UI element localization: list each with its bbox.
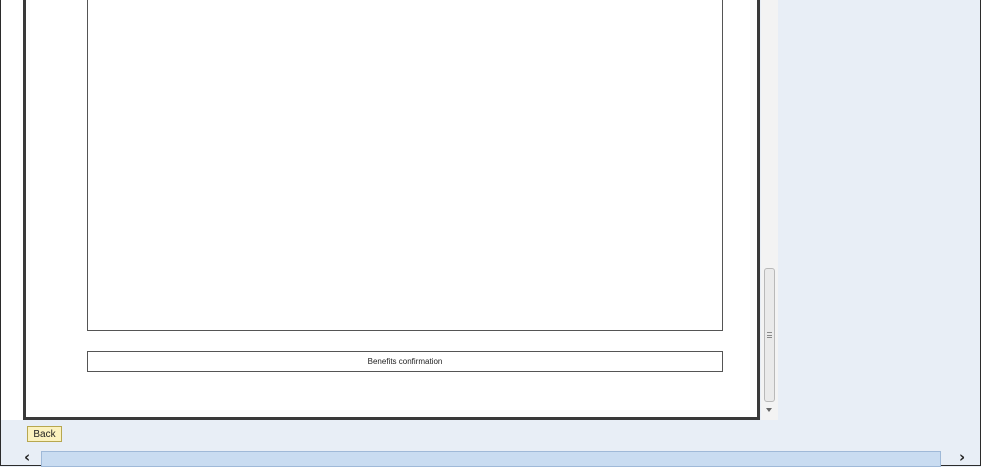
scroll-down-arrow-icon[interactable] (766, 408, 772, 412)
vertical-scrollbar[interactable] (761, 0, 778, 420)
horizontal-scroll-track[interactable] (41, 451, 941, 467)
benefits-confirmation-button[interactable]: Benefits confirmation (87, 351, 723, 372)
back-button[interactable]: Back (27, 426, 62, 442)
content-box (87, 0, 723, 331)
benefits-confirmation-label: Benefits confirmation (367, 357, 443, 366)
grip-icon (767, 332, 772, 338)
app-window: Benefits confirmation Back ‹ › (0, 0, 981, 467)
vertical-scroll-thumb[interactable] (764, 268, 775, 402)
scroll-right-arrow-icon[interactable]: › (959, 447, 965, 467)
scroll-left-arrow-icon[interactable]: ‹ (24, 447, 30, 467)
document-viewer[interactable]: Benefits confirmation (23, 0, 760, 420)
left-panel-strip (1, 0, 23, 420)
